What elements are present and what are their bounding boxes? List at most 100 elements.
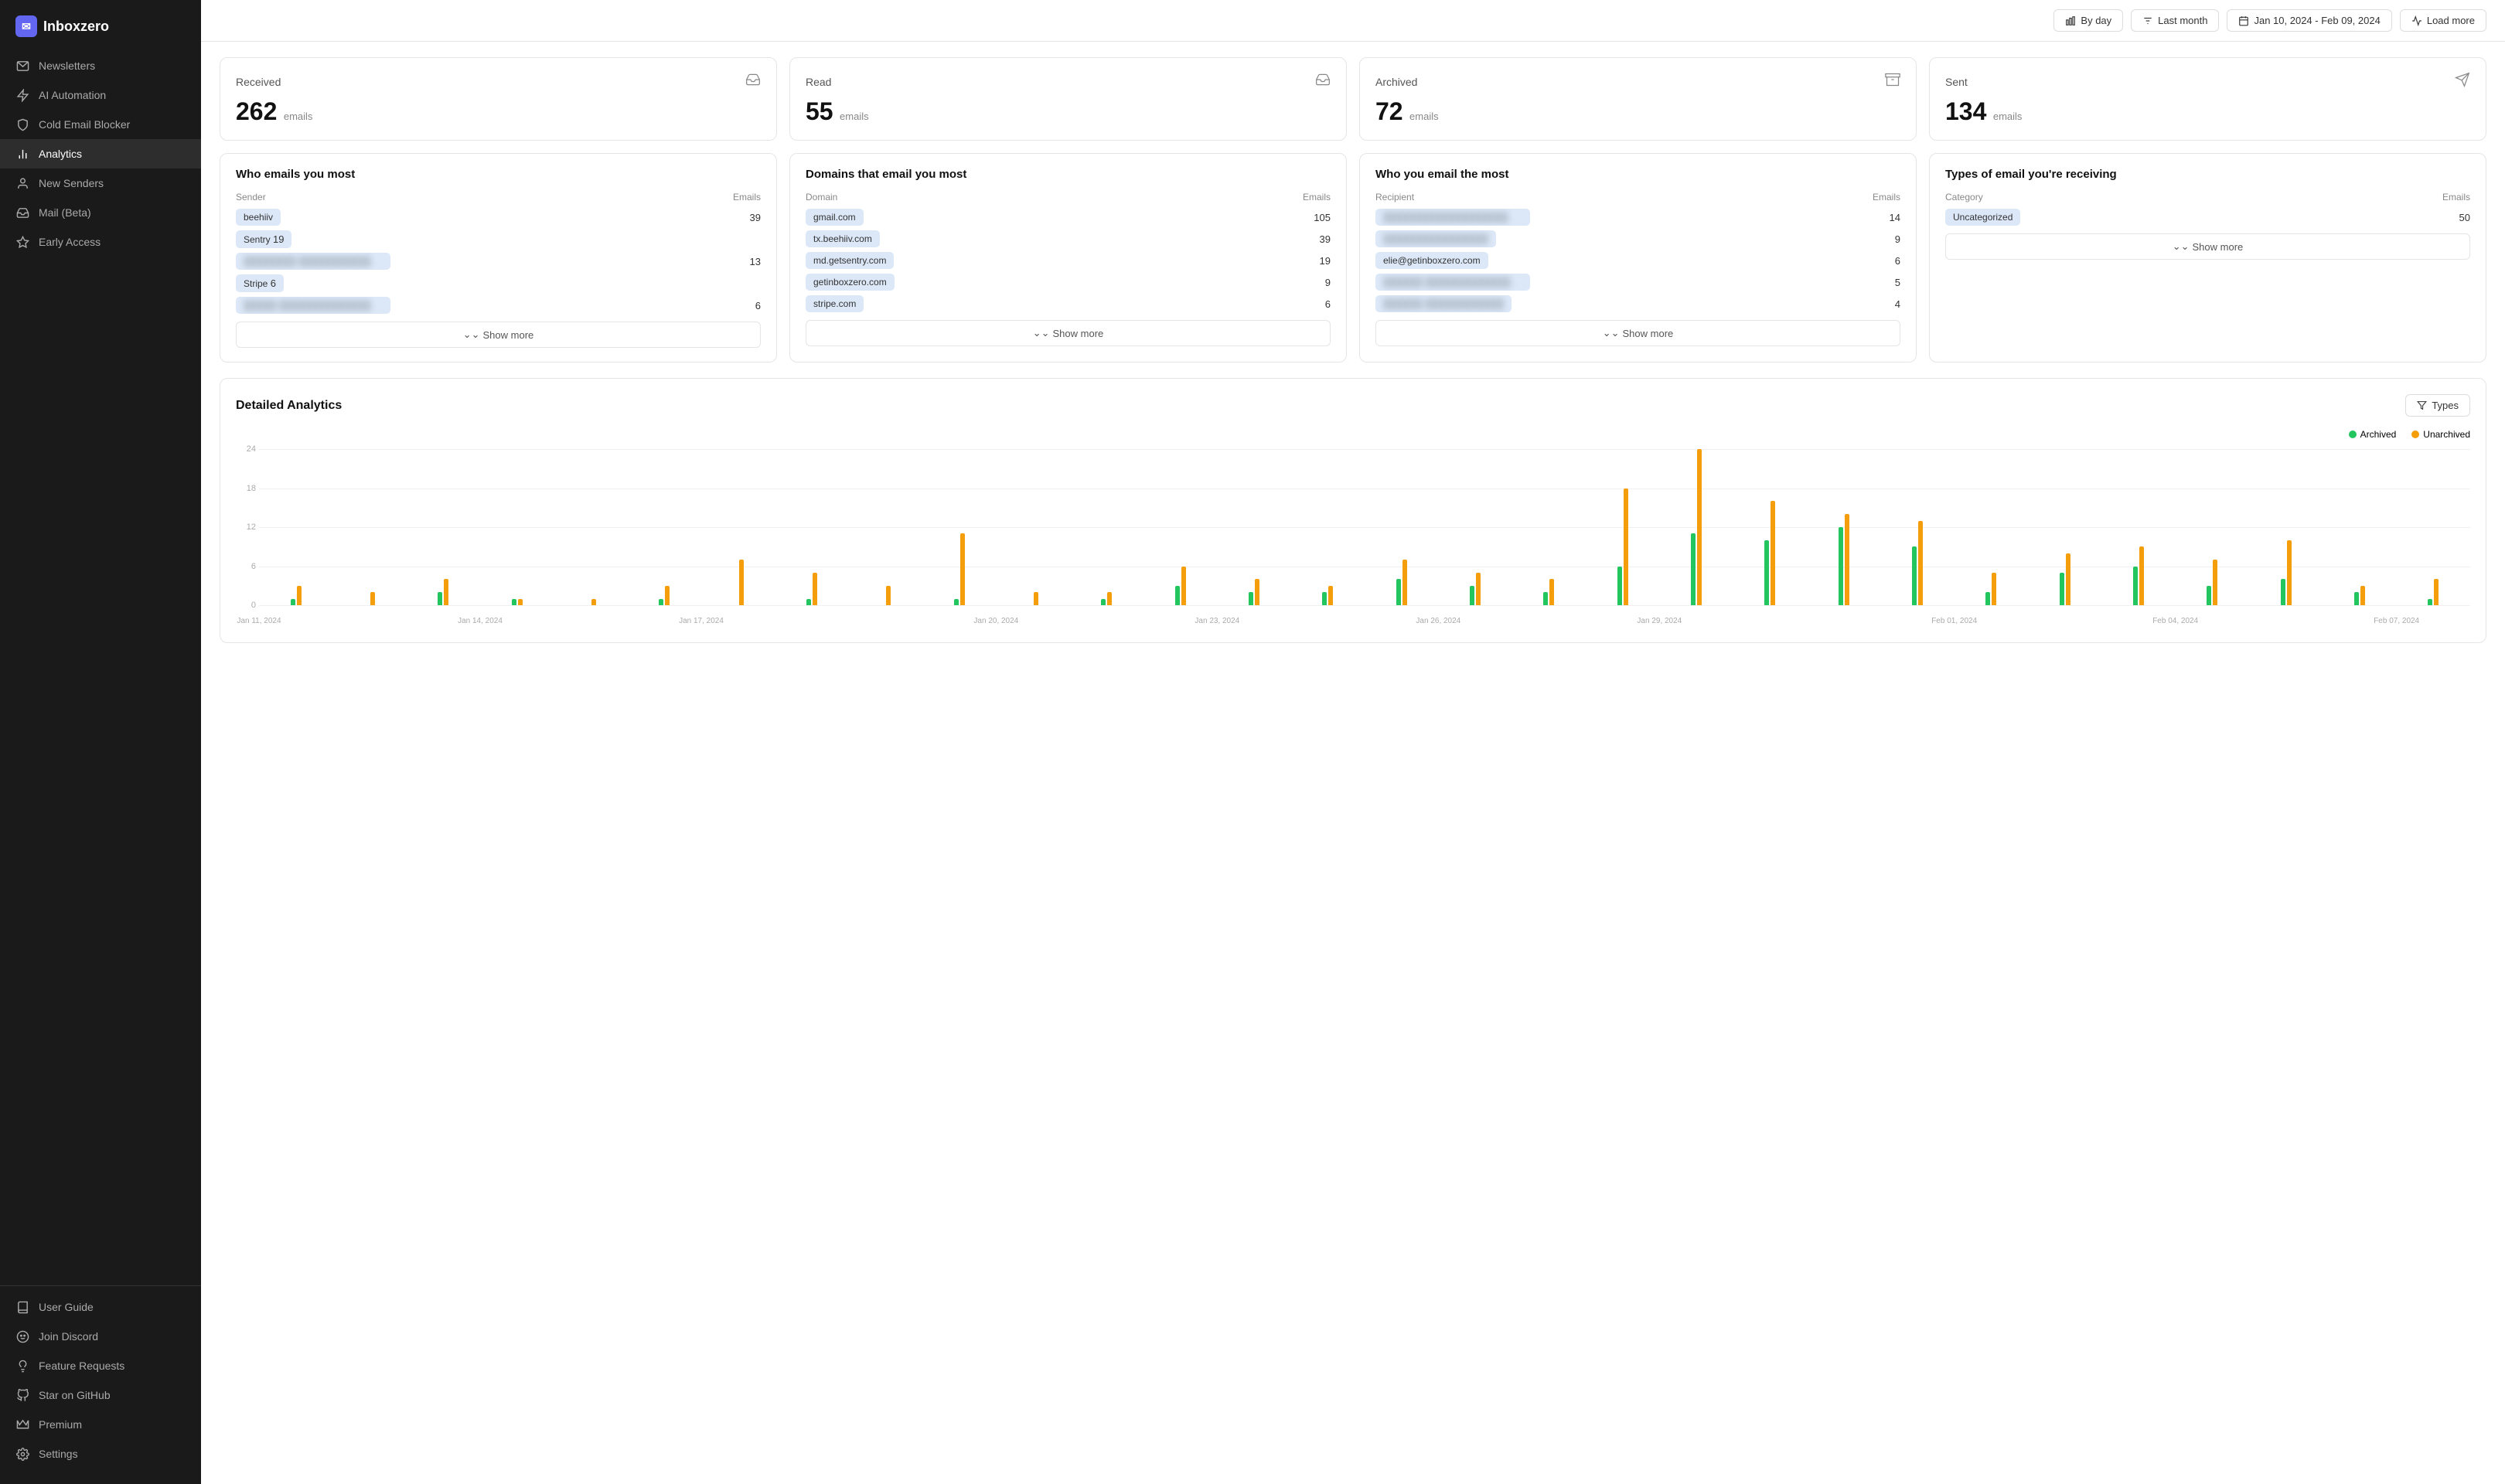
bar-group <box>1733 449 1807 605</box>
load-more-label: Load more <box>2427 15 2475 26</box>
list-item: █████ ████████████████ 6 <box>236 297 761 314</box>
by-day-button[interactable]: By day <box>2053 9 2123 32</box>
row-label: Uncategorized <box>1945 209 2020 226</box>
stat-value: 72 <box>1375 97 1403 125</box>
archived-bar <box>1839 527 1843 605</box>
by-day-label: By day <box>2081 15 2111 26</box>
date-range-button[interactable]: Jan 10, 2024 - Feb 09, 2024 <box>2227 9 2391 32</box>
stat-label: emails <box>1993 111 2023 122</box>
sidebar-item-join-discord[interactable]: Join Discord <box>0 1322 201 1351</box>
sidebar-item-ai-automation[interactable]: AI Automation <box>0 80 201 110</box>
row-count: 105 <box>1314 212 1331 223</box>
chart-bars <box>259 449 2470 605</box>
domains-show-more[interactable]: ⌄⌄ Show more <box>806 320 1331 346</box>
bar-group <box>259 449 332 605</box>
x-label: Jan 20, 2024 <box>973 617 1018 625</box>
stat-card-header: Sent <box>1945 72 2470 91</box>
sidebar-item-premium[interactable]: Premium <box>0 1410 201 1439</box>
sidebar-item-new-senders[interactable]: New Senders <box>0 168 201 198</box>
row-count: 6 <box>1895 255 1900 267</box>
sidebar-item-early-access[interactable]: Early Access <box>0 227 201 257</box>
calendar-icon <box>2238 15 2249 26</box>
bar-group <box>1807 449 1880 605</box>
sidebar-item-label: Feature Requests <box>39 1360 124 1372</box>
unarchived-bar <box>1845 514 1849 605</box>
bar-group <box>628 449 701 605</box>
book-icon <box>15 1300 29 1314</box>
archived-bar <box>512 599 516 605</box>
sidebar-item-analytics[interactable]: Analytics <box>0 139 201 168</box>
unarchived-bar <box>1918 521 1923 605</box>
email-types-show-more[interactable]: ⌄⌄ Show more <box>1945 233 2470 260</box>
stat-card-header: Received <box>236 72 761 91</box>
email-types-panel: Types of email you're receiving Category… <box>1929 153 2486 362</box>
sidebar-nav: Newsletters AI AutomationCold Email Block… <box>0 45 201 1285</box>
chart-icon <box>15 147 29 161</box>
load-more-button[interactable]: Load more <box>2400 9 2486 32</box>
detailed-analytics-header: Detailed Analytics Types <box>236 394 2470 417</box>
bar-group <box>554 449 627 605</box>
list-item: ████████ ████████████████ 13 <box>236 253 761 270</box>
archived-bar <box>1470 586 1474 605</box>
row-label: elie@getinboxzero.com <box>1375 252 1488 269</box>
unarchived-bar <box>370 592 375 605</box>
sidebar-item-mail-beta[interactable]: Mail (Beta) <box>0 198 201 227</box>
filter-types-icon <box>2417 400 2427 410</box>
last-month-button[interactable]: Last month <box>2131 9 2219 32</box>
row-label: Sentry 19 <box>236 230 291 248</box>
row-count: 6 <box>271 277 276 289</box>
bar-group <box>2176 449 2249 605</box>
types-button[interactable]: Types <box>2405 394 2470 417</box>
chart-container: 24181260 Jan 11, 2024Jan 14, 2024Jan 17,… <box>236 449 2470 627</box>
row-label: beehiiv <box>236 209 281 226</box>
unarchived-bar <box>297 586 302 605</box>
row-count: 19 <box>273 233 284 245</box>
stat-icon-read <box>1315 72 1331 91</box>
row-label: ████████ ████████████████ <box>236 253 390 270</box>
col-emails-3: Emails <box>1873 192 1900 203</box>
stat-card-title: Archived <box>1375 76 1417 88</box>
row-label: ██████ ████████████ <box>1375 295 1512 312</box>
who-emails-show-more[interactable]: ⌄⌄ Show more <box>236 322 761 348</box>
y-label: 18 <box>247 484 256 493</box>
unarchived-bar <box>1697 449 1702 605</box>
bar-group <box>2397 449 2470 605</box>
who-you-email-show-more[interactable]: ⌄⌄ Show more <box>1375 320 1900 346</box>
who-emails-most-panel: Who emails you most Sender Emails beehii… <box>220 153 777 362</box>
email-types-title: Types of email you're receiving <box>1945 168 2470 181</box>
chart-y-axis: 24181260 <box>236 449 259 605</box>
archived-bar <box>806 599 811 605</box>
sidebar-item-settings[interactable]: Settings <box>0 1439 201 1469</box>
archived-legend: Archived <box>2349 429 2397 440</box>
archived-legend-label: Archived <box>2360 429 2397 440</box>
stat-icon-sent <box>2455 72 2470 91</box>
sidebar-item-label: Mail (Beta) <box>39 206 91 219</box>
sidebar-item-user-guide[interactable]: User Guide <box>0 1292 201 1322</box>
analytics-panels: Who emails you most Sender Emails beehii… <box>220 153 2486 362</box>
bar-group <box>1291 449 1365 605</box>
row-count: 14 <box>1890 212 1900 223</box>
who-emails-show-more-label: Show more <box>483 329 534 341</box>
detailed-analytics-title: Detailed Analytics <box>236 399 342 413</box>
sidebar-item-star-github[interactable]: Star on GitHub <box>0 1380 201 1410</box>
unarchived-legend-label: Unarchived <box>2423 429 2470 440</box>
bar-group <box>922 449 996 605</box>
last-month-label: Last month <box>2158 15 2207 26</box>
stat-card-value: 72 emails <box>1375 97 1900 126</box>
archived-bar <box>438 592 442 605</box>
load-more-icon <box>2411 15 2422 26</box>
topbar: By day Last month Jan 10, 2024 - Feb 09,… <box>201 0 2505 42</box>
bar-group <box>775 449 848 605</box>
inbox-icon <box>15 206 29 220</box>
discord-icon <box>15 1329 29 1343</box>
unarchived-bar <box>2360 586 2365 605</box>
sidebar-item-label: Newsletters <box>39 60 95 72</box>
sidebar-item-cold-email-blocker[interactable]: Cold Email Blocker <box>0 110 201 139</box>
bar-group <box>1586 449 1659 605</box>
archived-bar <box>1396 579 1401 605</box>
unarchived-bar <box>960 533 965 605</box>
unarchived-bar <box>886 586 891 605</box>
sidebar-item-feature-requests[interactable]: Feature Requests <box>0 1351 201 1380</box>
star-icon <box>15 235 29 249</box>
sidebar-item-newsletters[interactable]: Newsletters <box>0 51 201 80</box>
